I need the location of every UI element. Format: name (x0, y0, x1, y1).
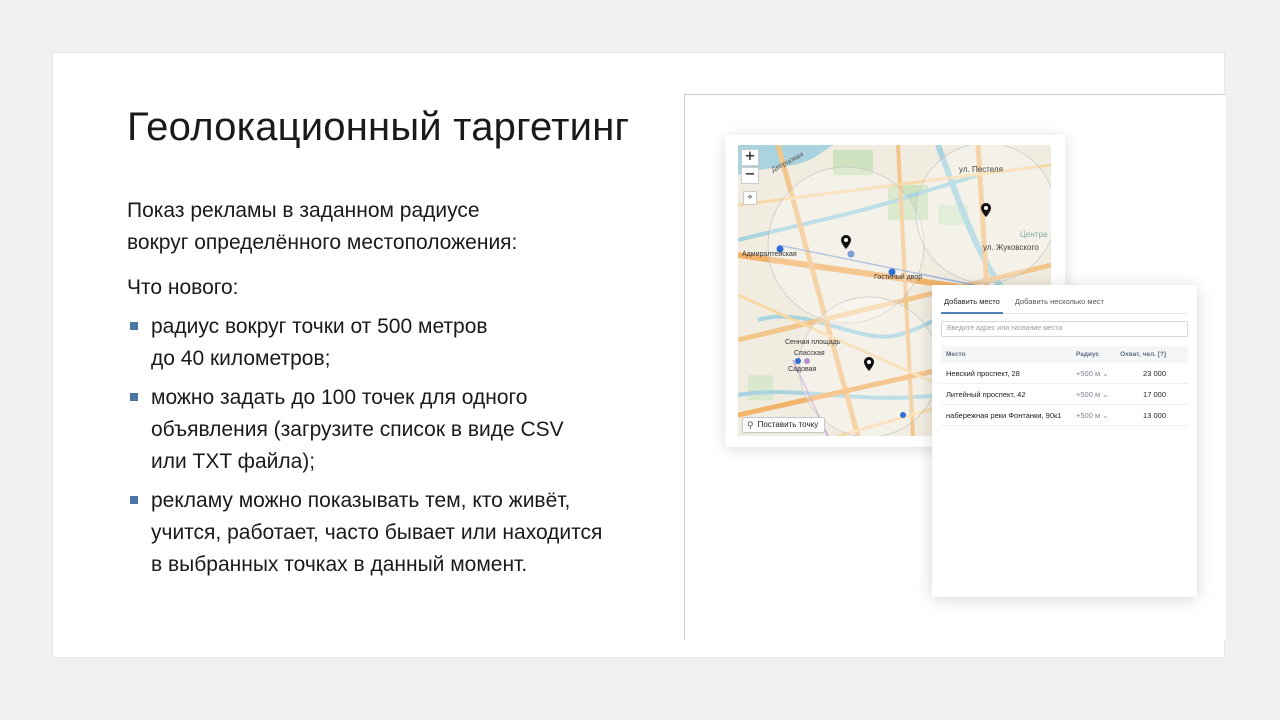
place-name: Невский проспект, 28 (946, 368, 1020, 378)
metro-label: Садовая (788, 366, 817, 373)
chevron-down-icon: ⌄ (1100, 368, 1109, 378)
place-name: Литейный проспект, 42 (946, 389, 1026, 399)
metro-label: Спасская (794, 350, 825, 357)
feature-line: радиус вокруг точки от 500 метров (151, 315, 488, 338)
radius-select[interactable]: +500 м ⌄ (1076, 369, 1114, 378)
radius-value: +500 м (1076, 389, 1101, 399)
slide: Геолокационный таргетинг Показ рекламы в… (52, 52, 1226, 658)
pin-icon: ⚲ (747, 420, 754, 430)
location-icon[interactable]: ⌖ (743, 191, 757, 205)
place-point-button[interactable]: ⚲ Поставить точку (742, 417, 826, 433)
feature-line: или TXT файла); (151, 450, 316, 473)
table-header: Место Радиус Охват, чел. [?] (941, 346, 1188, 363)
reach-value: 23 000 (1143, 368, 1166, 378)
whats-new-heading: Что нового: (127, 276, 239, 299)
tab-add-place[interactable]: Добавить место (941, 294, 1003, 314)
table-row[interactable]: Невский проспект, 28 +500 м ⌄ 23 000 (941, 363, 1188, 384)
bullet-square-icon (130, 322, 138, 330)
feature-line: учится, работает, часто бывает или наход… (151, 521, 603, 544)
column-radius: Радиус (1076, 351, 1100, 358)
place-point-label: Поставить точку (757, 420, 819, 429)
radius-value: +500 м (1076, 368, 1101, 378)
column-place: Место (946, 351, 966, 358)
feature-line: в выбранных точках в данный момент. (151, 553, 528, 576)
district-label: Центра (1020, 230, 1048, 239)
lead-line: вокруг определённого местоположения: (127, 231, 518, 254)
feature-item: рекламу можно показывать тем, кто живёт,… (127, 485, 667, 581)
radius-select[interactable]: +500 м ⌄ (1076, 411, 1114, 420)
chevron-down-icon: ⌄ (1100, 389, 1109, 399)
chevron-down-icon: ⌄ (1100, 410, 1109, 420)
page-title: Геолокационный таргетинг (127, 105, 630, 149)
map-pin-icon[interactable] (864, 357, 874, 371)
radius-value: +500 м (1076, 410, 1101, 420)
street-label: ул. Жуковского (983, 243, 1039, 252)
map-pin-icon[interactable] (981, 203, 991, 217)
panel-tabs: Добавить место Добавить несколько мест (941, 294, 1188, 314)
metro-label: Адмиралтейская (742, 251, 797, 258)
reach-value: 13 000 (1143, 410, 1166, 420)
feature-item: можно задать до 100 точек для одного объ… (127, 382, 667, 478)
zoom-in-button[interactable]: + (741, 149, 759, 166)
bullet-square-icon (130, 496, 138, 504)
feature-line: можно задать до 100 точек для одного (151, 386, 528, 409)
feature-line: объявления (загрузите список в виде CSV (151, 418, 564, 441)
zoom-out-button[interactable]: − (741, 167, 759, 184)
places-panel: Добавить место Добавить несколько мест В… (932, 285, 1197, 597)
street-label: ул. Пестеля (959, 165, 1003, 174)
tab-add-multiple-places[interactable]: Добавить несколько мест (1012, 294, 1107, 314)
feature-line: до 40 километров; (151, 347, 331, 370)
metro-label: Сенная площадь (785, 339, 841, 346)
bullet-square-icon (130, 393, 138, 401)
place-name: набережная реки Фонтанки, 90к1 (946, 410, 1062, 420)
lead-line: Показ рекламы в заданном радиусе (127, 199, 480, 222)
metro-label: Гостиный двор (874, 274, 923, 281)
lead-text: Показ рекламы в заданном радиусе вокруг … (127, 195, 647, 259)
feature-item: радиус вокруг точки от 500 метров до 40 … (127, 311, 667, 375)
table-row[interactable]: набережная реки Фонтанки, 90к1 +500 м ⌄ … (941, 405, 1188, 426)
feature-line: рекламу можно показывать тем, кто живёт, (151, 489, 571, 512)
reach-value: 17 000 (1143, 389, 1166, 399)
place-search-input[interactable]: Введите адрес или название места (941, 321, 1188, 337)
product-screenshot: ул. Пестеля Дворцовая Адмиралтейская Гос… (684, 94, 1226, 640)
column-reach: Охват, чел. [?] (1120, 351, 1166, 358)
radius-select[interactable]: +500 м ⌄ (1076, 390, 1114, 399)
places-table: Место Радиус Охват, чел. [?] Невский про… (941, 346, 1188, 426)
table-row[interactable]: Литейный проспект, 42 +500 м ⌄ 17 000 (941, 384, 1188, 405)
feature-list: радиус вокруг точки от 500 метров до 40 … (127, 311, 667, 588)
map-pin-icon[interactable] (841, 235, 851, 249)
